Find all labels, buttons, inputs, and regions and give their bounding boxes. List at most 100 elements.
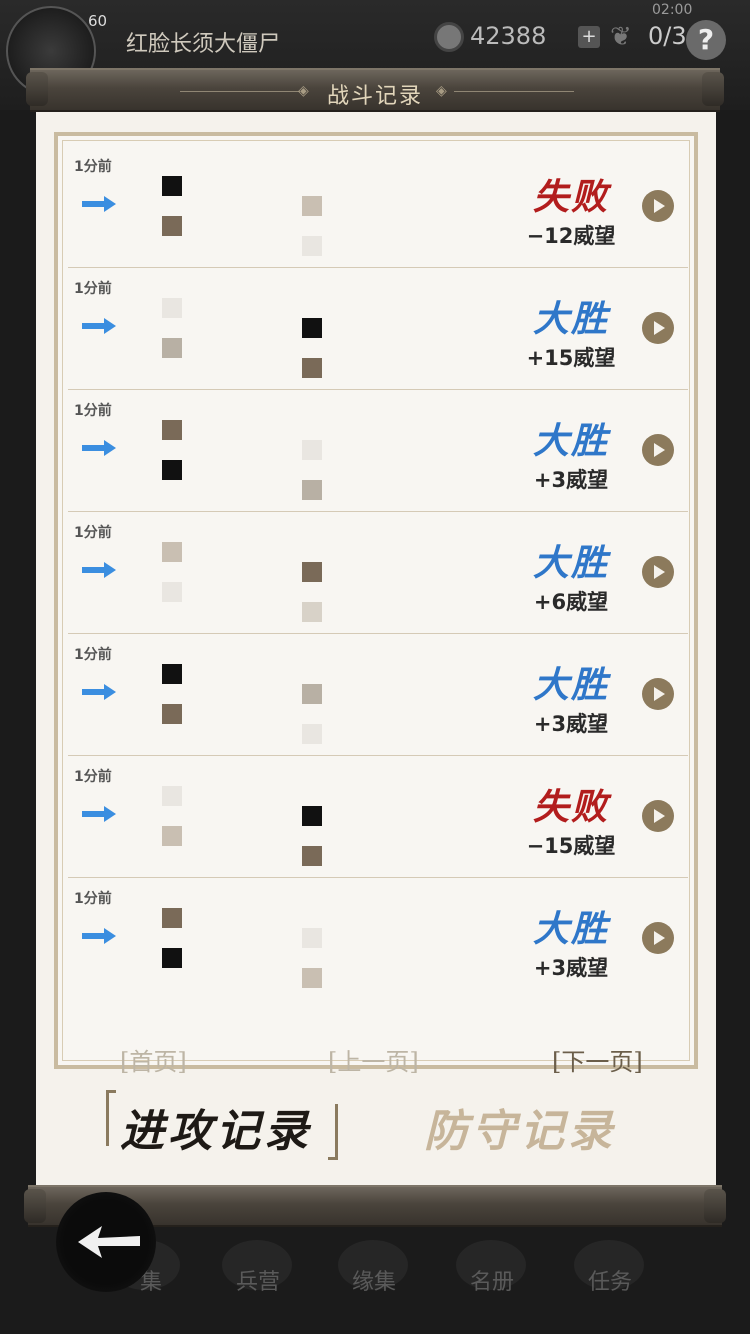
prestige-change: +6威望 [533,590,609,614]
title-ornament-right [454,91,574,92]
mosaic-pixel [302,358,322,378]
mosaic-pixel [302,318,322,338]
add-coins-button[interactable]: + [578,26,600,48]
back-button[interactable] [56,1192,156,1292]
mosaic-pixel [162,786,182,806]
attack-arrow-icon [82,928,116,944]
opponent-info-pixelated [142,542,452,632]
mosaic-pixel [302,806,322,826]
first-page-button[interactable]: [首页] [120,1042,187,1077]
replay-play-icon[interactable] [642,434,674,466]
replay-play-icon[interactable] [642,190,674,222]
mosaic-pixel [162,176,182,196]
timer: 02:00 [652,2,693,18]
coin-icon [434,22,464,52]
prestige-change: +3威望 [533,956,609,980]
battle-record-row[interactable]: 1分前大胜 +3威望 [68,390,688,512]
mosaic-pixel [302,236,322,256]
mosaic-pixel [162,420,182,440]
attempt-count: 0/3 [648,22,687,50]
panel-title: 战斗记录 [326,84,423,109]
battle-record-panel: 1分前 失败 −12威望 1分前 大胜 +15威望 1分前 大胜 +3威望 1分前 大胜 +6威望 1分… [36,110,716,1185]
next-page-button[interactable]: [下一页] [552,1042,643,1077]
battle-result: 大胜 [532,298,609,340]
replay-play-icon[interactable] [642,922,674,954]
mosaic-pixel [302,724,322,744]
mosaic-pixel [302,846,322,866]
record-time: 1分前 [74,769,112,785]
mosaic-pixel [302,196,322,216]
mosaic-pixel [302,602,322,622]
coin-count: 42388 [470,22,547,50]
nav-item-barracks[interactable]: 兵营 [236,1264,280,1296]
mosaic-pixel [162,704,182,724]
battle-record-row[interactable]: 1分前失败 −15威望 [68,756,688,878]
opponent-info-pixelated [142,176,452,266]
record-time: 1分前 [74,525,112,541]
prestige-change: +3威望 [533,712,609,736]
mosaic-pixel [302,684,322,704]
battle-record-row[interactable]: 1分前大胜 +3威望 [68,878,688,1000]
nav-item-roster[interactable]: 名册 [470,1264,514,1296]
mosaic-pixel [162,664,182,684]
mosaic-pixel [162,338,182,358]
prestige-change: +3威望 [533,468,609,492]
record-time: 1分前 [74,403,112,419]
replay-play-icon[interactable] [642,800,674,832]
mosaic-pixel [162,216,182,236]
prestige-change: −12威望 [526,224,616,248]
tab-attack-records[interactable]: 进攻记录 [120,1095,312,1159]
nav-item-fate[interactable]: 缘集 [352,1264,396,1296]
battle-result: 失败 [532,786,609,828]
mosaic-pixel [302,968,322,988]
mosaic-pixel [162,298,182,318]
prev-page-button[interactable]: [上一页] [328,1042,419,1077]
attack-arrow-icon [82,440,116,456]
prestige-change: −15威望 [526,834,616,858]
help-button[interactable]: ? [686,20,726,60]
record-time: 1分前 [74,891,112,907]
battle-record-row[interactable]: 1分前大胜 +6威望 [68,512,688,634]
battle-record-row[interactable]: 1分前大胜 +3威望 [68,634,688,756]
tab-defense-records[interactable]: 防守记录 [424,1095,616,1159]
attack-arrow-icon [82,806,116,822]
mosaic-pixel [162,542,182,562]
battle-result: 大胜 [532,664,609,706]
battle-record-row[interactable]: 1分前大胜 +15威望 [68,268,688,390]
record-list: 1分前 失败 −12威望 1分前 大胜 +15威望 1分前 大胜 +3威望 1分前 大胜 +6威望 1分… [54,132,698,1076]
battle-record-row[interactable]: 1分前 失败 −12威望 [68,146,688,268]
replay-play-icon[interactable] [642,678,674,710]
player-level: 60 [88,12,108,30]
diamond-icon: ◈ [436,83,447,99]
back-arrow-icon [78,1226,140,1258]
mosaic-pixel [162,582,182,602]
opponent-info-pixelated [142,908,452,998]
mosaic-pixel [162,908,182,928]
battle-result: 大胜 [532,908,609,950]
opponent-info-pixelated [142,786,452,876]
nav-item-tasks[interactable]: 任务 [588,1264,632,1296]
attack-arrow-icon [82,318,116,334]
attack-arrow-icon [82,196,116,212]
leaf-icon: ❦ [610,22,632,52]
attack-arrow-icon [82,562,116,578]
mosaic-pixel [302,440,322,460]
battle-result: 大胜 [532,542,609,584]
mosaic-pixel [162,948,182,968]
prestige-change: +15威望 [526,346,616,370]
battle-result: 大胜 [532,420,609,462]
replay-play-icon[interactable] [642,556,674,588]
mosaic-pixel [302,480,322,500]
battle-result: 失败 [532,176,609,218]
player-name: 红脸长须大僵尸 [126,32,281,57]
scroll-top-rod: ◈ 战斗记录 ◈ [26,68,724,112]
record-time: 1分前 [74,281,112,297]
mosaic-pixel [162,826,182,846]
mosaic-pixel [162,460,182,480]
record-time: 1分前 [74,647,112,663]
opponent-info-pixelated [142,664,452,754]
opponent-info-pixelated [142,420,452,510]
replay-play-icon[interactable] [642,312,674,344]
mosaic-pixel [302,562,322,582]
tab-bracket-left [106,1090,116,1146]
